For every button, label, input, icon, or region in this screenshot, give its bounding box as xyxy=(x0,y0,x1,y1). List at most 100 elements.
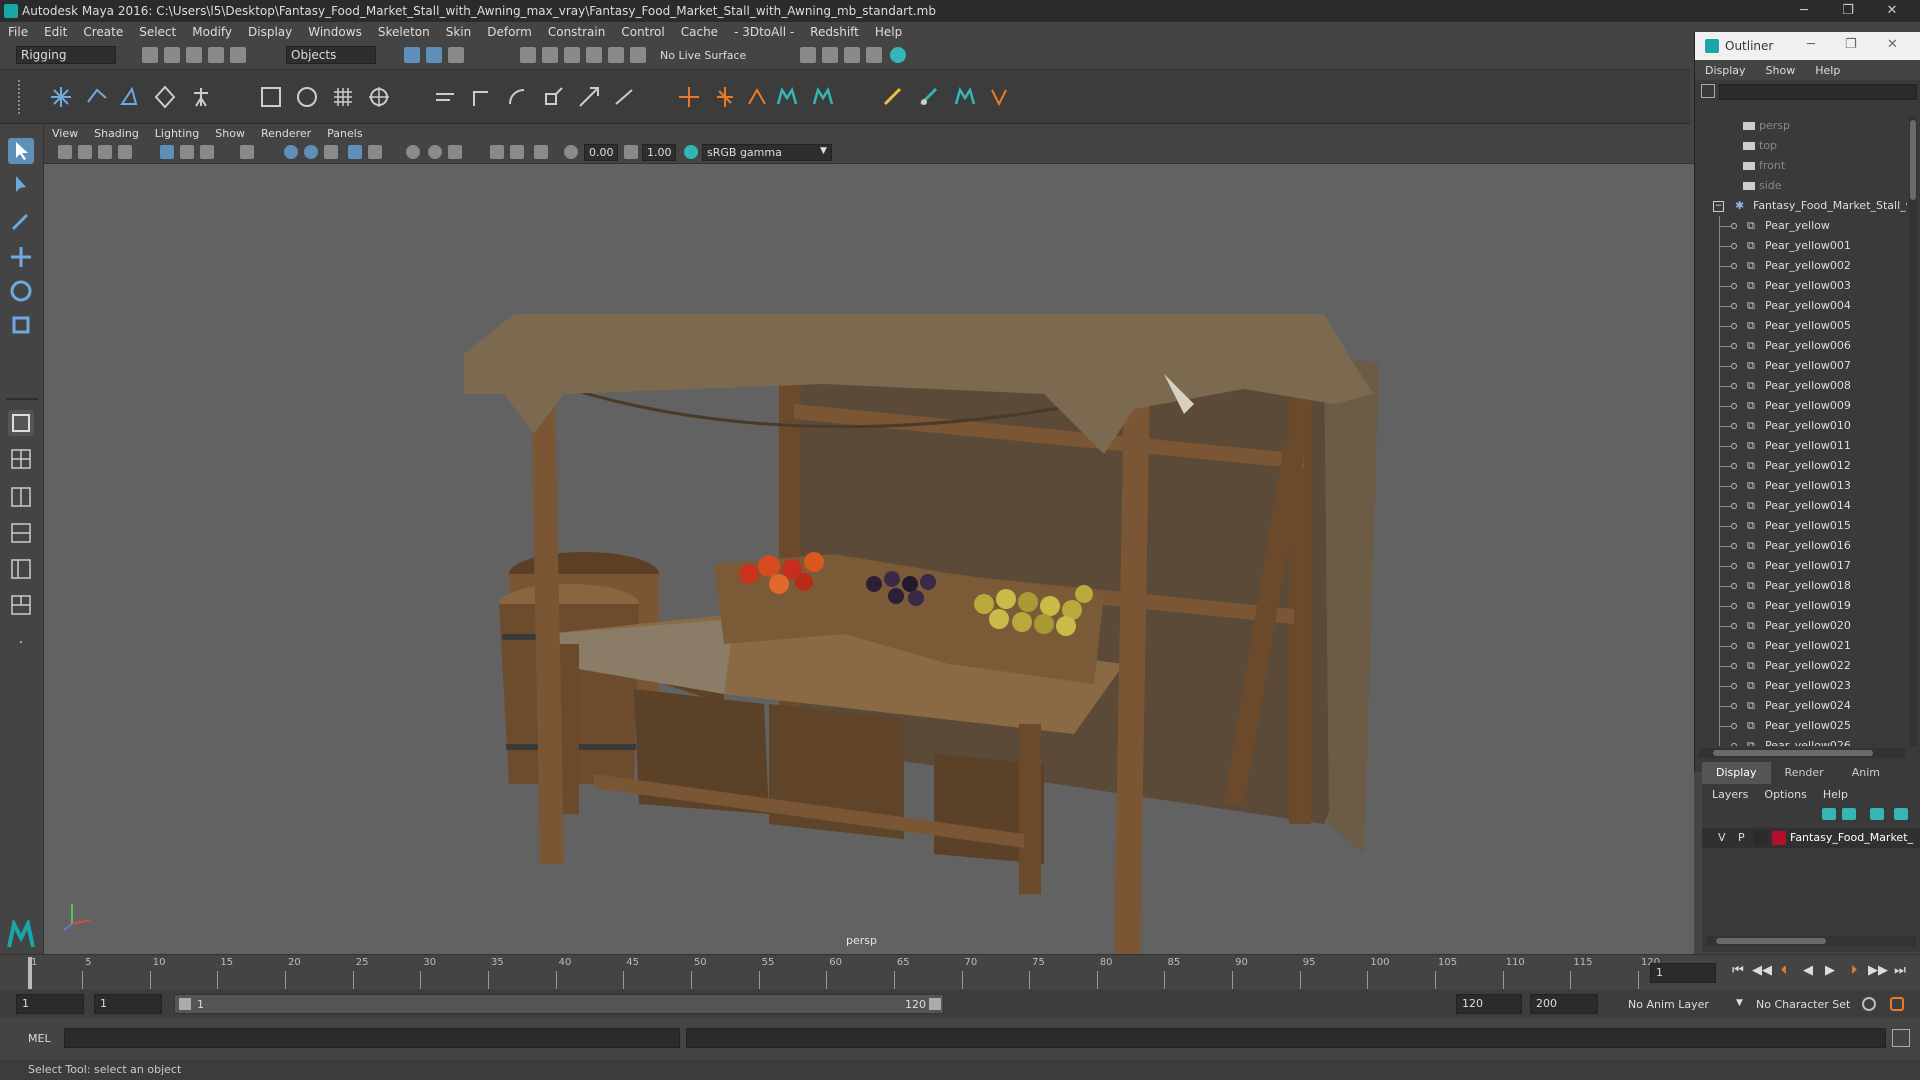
resolution-gate-icon[interactable] xyxy=(200,145,214,159)
shelf-handle[interactable] xyxy=(18,80,30,114)
vp-menu-lighting[interactable]: Lighting xyxy=(147,127,207,140)
single-view-layout-icon[interactable] xyxy=(8,410,34,436)
time-slider[interactable]: 1 5 10 15 20 25 30 35 40 45 50 55 60 65 70 75 80 85 90 95 10… xyxy=(0,954,1920,990)
select-hierarchy-icon[interactable] xyxy=(404,47,420,63)
menu-help[interactable]: Help xyxy=(867,25,910,39)
ambient-occlusion-icon[interactable] xyxy=(428,145,442,159)
select-tool-icon[interactable] xyxy=(8,138,34,164)
gamma-field[interactable]: 1.00 xyxy=(642,144,676,161)
expand-icon[interactable] xyxy=(1731,383,1737,389)
outliner-mesh-item[interactable]: ⧉ Pear_yellow019 xyxy=(1695,596,1907,616)
script-v-icon[interactable] xyxy=(986,84,1012,110)
outliner-refresh-icon[interactable] xyxy=(1701,84,1715,98)
rotate-tool-icon[interactable] xyxy=(8,278,34,304)
layer-menu-options[interactable]: Options xyxy=(1758,786,1812,804)
menu-skeleton[interactable]: Skeleton xyxy=(370,25,438,39)
minimize-button[interactable]: ─ xyxy=(1782,0,1826,22)
motion-blur-icon[interactable] xyxy=(490,145,504,159)
outliner-mesh-item[interactable]: ⧉ Pear_yellow026 xyxy=(1695,736,1907,746)
outliner-mesh-item[interactable]: ⧉ Pear_yellow017 xyxy=(1695,556,1907,576)
maya-script-2-icon[interactable] xyxy=(810,84,836,110)
persp-graph-layout-icon[interactable] xyxy=(8,520,34,546)
aim-constraint-icon[interactable] xyxy=(576,84,602,110)
expand-icon[interactable] xyxy=(1731,323,1737,329)
menu-cache[interactable]: Cache xyxy=(673,25,726,39)
humanik-icon[interactable] xyxy=(188,84,214,110)
menu-display[interactable]: Display xyxy=(240,25,300,39)
lattice-icon[interactable] xyxy=(330,84,356,110)
anim-layer-dropdown[interactable]: No Anim Layer xyxy=(1628,998,1709,1011)
orient-constraint-icon[interactable] xyxy=(468,84,494,110)
menu-create[interactable]: Create xyxy=(75,25,131,39)
outliner-camera-item[interactable]: side xyxy=(1695,176,1907,196)
playback-end-field[interactable]: 120 xyxy=(1456,994,1522,1014)
vp-menu-shading[interactable]: Shading xyxy=(86,127,147,140)
expand-icon[interactable] xyxy=(1731,403,1737,409)
outliner-minimize-button[interactable]: ─ xyxy=(1807,37,1827,52)
layer-menu-help[interactable]: Help xyxy=(1813,786,1858,804)
paint-skin-icon[interactable] xyxy=(880,84,906,110)
wireframe-icon[interactable] xyxy=(284,145,298,159)
step-forward-key-button[interactable]: ▶▶ xyxy=(1868,963,1888,979)
lasso-tool-icon[interactable] xyxy=(8,172,34,198)
outliner-restore-button[interactable]: ❐ xyxy=(1845,37,1865,52)
range-bar[interactable]: 1 120 xyxy=(174,994,944,1014)
vp-menu-view[interactable]: View xyxy=(44,127,86,140)
expand-icon[interactable] xyxy=(1731,243,1737,249)
outliner-scroll-thumb[interactable] xyxy=(1910,120,1916,200)
menu-deform[interactable]: Deform xyxy=(479,25,540,39)
brush-icon[interactable] xyxy=(916,84,942,110)
outliner-mesh-item[interactable]: ⧉ Pear_yellow xyxy=(1695,216,1907,236)
menu-redshift[interactable]: Redshift xyxy=(802,25,867,39)
paint-weights-icon[interactable] xyxy=(294,84,320,110)
current-time-indicator[interactable] xyxy=(28,957,32,989)
outliner-mesh-item[interactable]: ⧉ Pear_yellow008 xyxy=(1695,376,1907,396)
isolate-select-icon[interactable] xyxy=(448,145,462,159)
layer-playback-toggle[interactable]: P xyxy=(1738,831,1745,844)
menu-modify[interactable]: Modify xyxy=(184,25,240,39)
select-object-icon[interactable] xyxy=(426,47,442,63)
menu-edit[interactable]: Edit xyxy=(36,25,75,39)
outliner-mesh-item[interactable]: ⧉ Pear_yellow010 xyxy=(1695,416,1907,436)
render-settings-icon[interactable] xyxy=(800,47,816,63)
undo-icon[interactable] xyxy=(208,47,224,63)
safe-action-icon[interactable] xyxy=(240,145,254,159)
move-layer-up-icon[interactable] xyxy=(1822,808,1836,820)
grid-icon[interactable] xyxy=(160,145,174,159)
outliner-mesh-item[interactable]: ⧉ Pear_yellow005 xyxy=(1695,316,1907,336)
time-ruler[interactable]: 1 5 10 15 20 25 30 35 40 45 50 55 60 65 70 75 80 85 90 95 10… xyxy=(28,955,1660,991)
exposure-field[interactable]: 0.00 xyxy=(584,144,618,161)
expand-icon[interactable] xyxy=(1731,343,1737,349)
outliner-hscroll-thumb[interactable] xyxy=(1713,750,1873,756)
expand-icon[interactable] xyxy=(1731,723,1737,729)
outliner-menu-display[interactable]: Display xyxy=(1695,64,1756,77)
hypershade-layout-icon[interactable] xyxy=(8,592,34,618)
outliner-mesh-item[interactable]: ⧉ Pear_yellow003 xyxy=(1695,276,1907,296)
outliner-mesh-item[interactable]: ⧉ Pear_yellow016 xyxy=(1695,536,1907,556)
menu-control[interactable]: Control xyxy=(613,25,672,39)
menu-3dtoall[interactable]: - 3DtoAll - xyxy=(726,25,802,39)
script-editor-icon[interactable] xyxy=(1892,1029,1910,1047)
tab-anim[interactable]: Anim xyxy=(1838,762,1894,784)
joint-tool-icon[interactable] xyxy=(48,84,74,110)
layer-menu-layers[interactable]: Layers xyxy=(1702,786,1758,804)
animation-start-field[interactable]: 1 xyxy=(16,994,84,1014)
outliner-close-button[interactable]: ✕ xyxy=(1887,37,1907,52)
select-component-icon[interactable] xyxy=(448,47,464,63)
expand-icon[interactable] xyxy=(1731,263,1737,269)
shadows-icon[interactable] xyxy=(406,145,420,159)
outliner-menu-show[interactable]: Show xyxy=(1756,64,1806,77)
play-forwards-button[interactable]: ▶ xyxy=(1822,963,1838,979)
gamma-icon[interactable] xyxy=(624,145,638,159)
move-layer-down-icon[interactable] xyxy=(1842,808,1856,820)
scale-constraint-icon[interactable] xyxy=(540,84,566,110)
move-tool-icon[interactable] xyxy=(8,244,34,270)
live-surface-label[interactable]: No Live Surface xyxy=(660,49,746,62)
outliner-camera-item[interactable]: persp xyxy=(1695,116,1907,136)
playback-start-field[interactable]: 1 xyxy=(94,994,162,1014)
expand-icon[interactable] xyxy=(1731,543,1737,549)
outliner-mesh-item[interactable]: ⧉ Pear_yellow022 xyxy=(1695,656,1907,676)
anti-aliasing-icon[interactable] xyxy=(510,145,524,159)
tab-display[interactable]: Display xyxy=(1702,762,1771,784)
outliner-mesh-item[interactable]: ⧉ Pear_yellow020 xyxy=(1695,616,1907,636)
